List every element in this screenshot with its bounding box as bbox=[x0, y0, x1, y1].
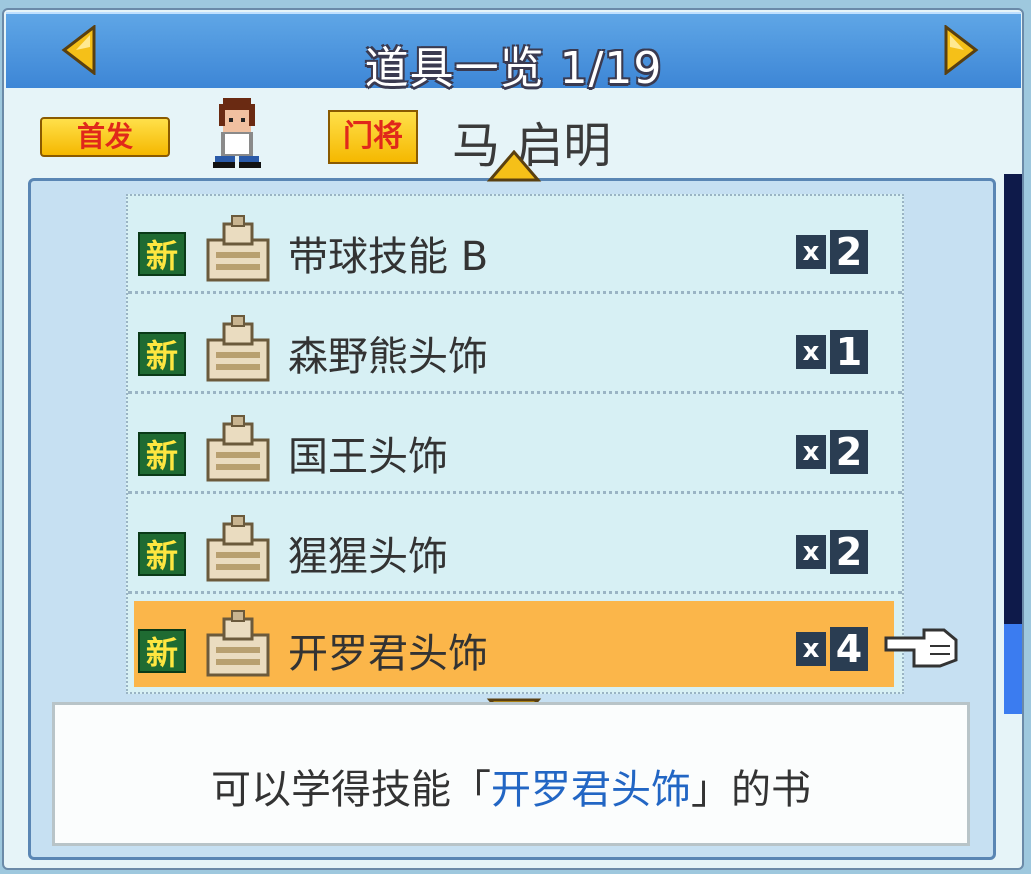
hand-pointer-icon bbox=[884, 628, 958, 668]
page-title: 道具一览 1/19 bbox=[364, 43, 663, 94]
description-box: 可以学得技能「开罗君头饰」的书 bbox=[52, 702, 970, 846]
right-arrow-icon[interactable] bbox=[940, 25, 980, 75]
list-item-selected[interactable]: 新 开罗君头饰 x 4 bbox=[134, 601, 894, 687]
list-item[interactable]: 新 猩猩头饰 x 2 bbox=[128, 498, 902, 594]
list-item[interactable]: 新 带球技能 B x 2 bbox=[128, 198, 902, 294]
item-quantity: x 2 bbox=[796, 528, 868, 576]
list-item[interactable]: 新 国王头饰 x 2 bbox=[128, 398, 902, 494]
item-quantity: x 2 bbox=[796, 228, 868, 276]
header-bar: 道具一览 1/19 bbox=[6, 12, 1021, 94]
item-description: 可以学得技能「开罗君头饰」的书 bbox=[211, 767, 811, 813]
scrollbar[interactable] bbox=[1004, 174, 1022, 714]
player-avatar bbox=[213, 98, 261, 168]
item-quantity: x 4 bbox=[796, 625, 868, 673]
book-icon bbox=[206, 610, 270, 677]
new-badge: 新 bbox=[138, 629, 186, 673]
item-name: 国王头饰 bbox=[288, 434, 448, 480]
book-icon bbox=[206, 515, 270, 582]
item-quantity: x 1 bbox=[796, 328, 868, 376]
list-item[interactable]: 新 森野熊头饰 x 1 bbox=[128, 298, 902, 394]
game-window: 道具一览 1/19 首发 门将 马 启明 新 带球技能 B x 2 新 森野熊头… bbox=[0, 0, 1031, 874]
position-badge: 门将 bbox=[328, 110, 418, 164]
book-icon bbox=[206, 315, 270, 382]
starter-badge: 首发 bbox=[40, 117, 170, 157]
item-name: 带球技能 B bbox=[288, 234, 489, 280]
new-badge: 新 bbox=[138, 332, 186, 376]
item-quantity: x 2 bbox=[796, 428, 868, 476]
new-badge: 新 bbox=[138, 432, 186, 476]
item-name: 开罗君头饰 bbox=[288, 631, 488, 677]
new-badge: 新 bbox=[138, 232, 186, 276]
scroll-up-icon[interactable] bbox=[486, 150, 542, 186]
scrollbar-thumb[interactable] bbox=[1004, 624, 1022, 714]
left-arrow-icon[interactable] bbox=[60, 25, 100, 75]
book-icon bbox=[206, 415, 270, 482]
item-name: 猩猩头饰 bbox=[288, 534, 448, 580]
book-icon bbox=[206, 215, 270, 282]
new-badge: 新 bbox=[138, 532, 186, 576]
item-name: 森野熊头饰 bbox=[288, 334, 488, 380]
